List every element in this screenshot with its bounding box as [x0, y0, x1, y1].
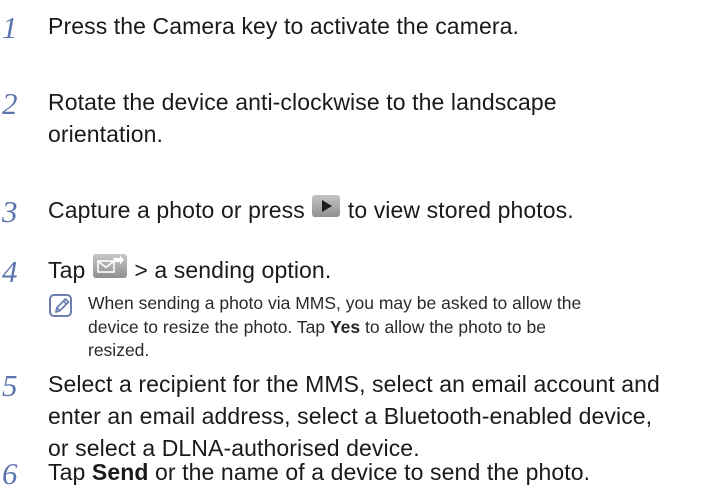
step-number: 3: [2, 194, 18, 229]
step-text: Rotate the device anti-clockwise to the …: [48, 86, 722, 150]
step-1-text: Press the Camera key to activate the cam…: [48, 13, 519, 39]
step-number: 1: [2, 10, 18, 45]
note-line-2-after: to allow the photo to be: [365, 316, 546, 337]
step-text: Press the Camera key to activate the cam…: [48, 10, 722, 42]
step-text: Select a recipient for the MMS, select a…: [48, 368, 722, 464]
step-number: 2: [2, 86, 18, 121]
step-4-text-after: > a sending option.: [134, 257, 332, 283]
note-yes-label: Yes: [329, 316, 361, 337]
step-number: 6: [2, 456, 18, 491]
step-5-line-2: enter an email address, select a Bluetoo…: [48, 403, 653, 429]
note-pencil-icon: [48, 293, 74, 324]
step-text: Capture a photo or press to view stored …: [48, 194, 722, 228]
step-3-text-after: to view stored photos.: [347, 197, 574, 223]
step-6-text-after: or the name of a device to send the phot…: [155, 459, 591, 485]
note-line-3: resized.: [88, 340, 150, 360]
play-icon: [311, 194, 341, 226]
step-6-text-before: Tap: [48, 459, 86, 485]
step-number: 4: [2, 254, 18, 289]
step-2-line-1: Rotate the device anti-clockwise to the …: [48, 89, 557, 115]
step-text: Tap > a sending option.: [48, 253, 722, 289]
step-4-text-before: Tap: [48, 257, 86, 283]
note-text: When sending a photo via MMS, you may be…: [88, 292, 728, 363]
send-message-icon: [92, 253, 128, 287]
step-2-line-2: orientation.: [48, 121, 163, 147]
note-line-1: When sending a photo via MMS, you may be…: [88, 293, 582, 313]
step-5-line-1: Select a recipient for the MMS, select a…: [48, 371, 660, 397]
step-3-text-before: Capture a photo or press: [48, 197, 305, 223]
step-text: Tap Send or the name of a device to send…: [48, 456, 722, 488]
send-label: Send: [91, 459, 149, 485]
step-number: 5: [2, 368, 18, 403]
note-line-2-before: device to resize the photo. Tap: [88, 316, 326, 337]
